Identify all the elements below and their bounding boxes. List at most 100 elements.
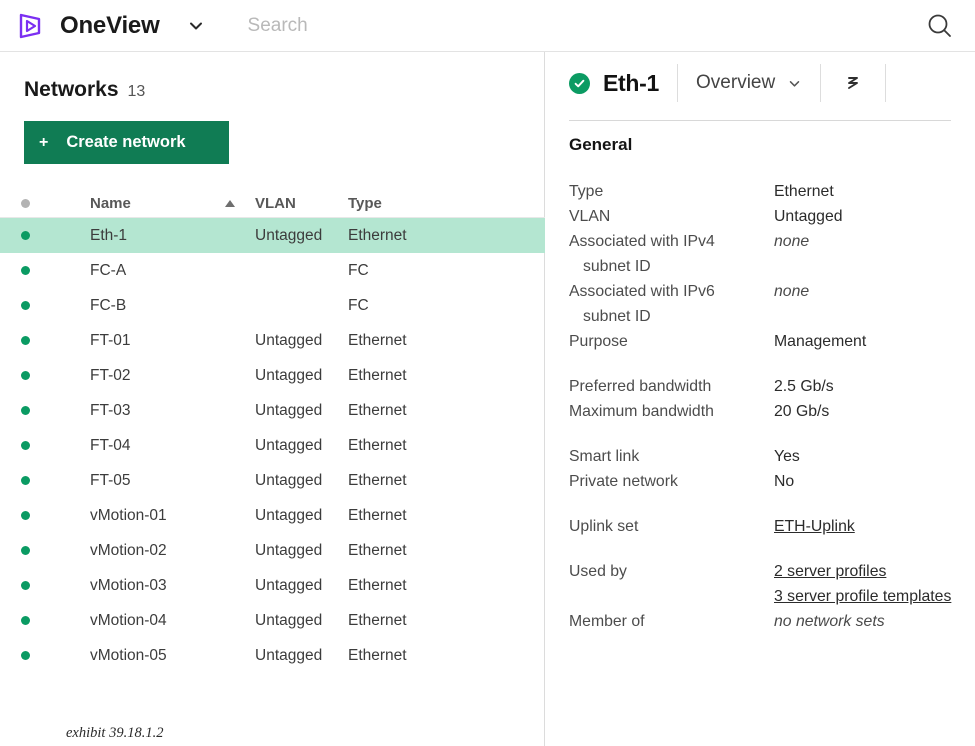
search-icon[interactable] [923, 9, 957, 43]
status-ok-icon [20, 651, 30, 660]
field-private-network: Private network No [545, 469, 975, 494]
row-vlan-cell: Untagged [255, 226, 323, 244]
status-ok-icon [20, 546, 30, 555]
row-vlan-cell: Untagged [255, 646, 323, 664]
create-network-button[interactable]: + Create network [24, 121, 229, 164]
row-vlan-cell: Untagged [255, 436, 323, 454]
row-vlan-cell: Untagged [255, 541, 323, 559]
row-type-cell: Ethernet [348, 366, 407, 384]
row-name-cell: Eth-1 [90, 226, 128, 244]
section-title-general: General [569, 135, 633, 154]
divider [820, 64, 822, 102]
table-row[interactable]: vMotion-01 Untagged Ethernet [0, 498, 545, 533]
field-value: No [774, 473, 795, 490]
table-row[interactable]: FT-04 Untagged Ethernet [0, 428, 545, 463]
status-ok-icon [20, 266, 30, 275]
table-row[interactable]: vMotion-04 Untagged Ethernet [0, 603, 545, 638]
status-ok-icon [20, 441, 30, 450]
row-type-cell: Ethernet [348, 226, 407, 244]
field-label: Used by [569, 563, 627, 580]
row-status-cell [0, 266, 50, 275]
table-row[interactable]: vMotion-03 Untagged Ethernet [0, 568, 545, 603]
status-ok-icon [20, 301, 30, 310]
column-header-status[interactable] [0, 198, 50, 208]
table-row[interactable]: Eth-1 Untagged Ethernet [0, 218, 545, 253]
row-status-cell [0, 406, 50, 415]
server-profile-templates-link[interactable]: 3 server profile templates [774, 584, 951, 609]
row-type-cell: Ethernet [348, 471, 407, 489]
actions-zigzag-icon[interactable] [839, 69, 867, 97]
field-label: Type [569, 183, 604, 200]
table-row[interactable]: FT-02 Untagged Ethernet [0, 358, 545, 393]
column-header-type[interactable]: Type [340, 195, 460, 212]
exhibit-caption: exhibit 39.18.1.2 [66, 725, 164, 741]
table-row[interactable]: FT-01 Untagged Ethernet [0, 323, 545, 358]
row-name-cell: FC-B [90, 296, 127, 314]
field-ipv4-subnet-id: Associated with IPv4 subnet ID none [545, 229, 975, 279]
row-status-cell [0, 231, 50, 240]
field-label: Associated with IPv6 subnet ID [569, 279, 774, 329]
field-label: Associated with IPv4 subnet ID [569, 229, 774, 279]
row-type-cell: FC [348, 261, 369, 279]
field-value: Untagged [774, 208, 843, 225]
detail-header: Eth-1 Overview [545, 52, 975, 114]
row-type-cell: Ethernet [348, 436, 407, 454]
field-label-line2: subnet ID [583, 308, 651, 325]
search-input[interactable]: Search [248, 15, 923, 37]
column-header-name[interactable]: Name [50, 195, 205, 212]
oneview-logo-icon [16, 11, 46, 41]
row-type-cell: Ethernet [348, 401, 407, 419]
row-status-cell [0, 336, 50, 345]
field-value: none [774, 283, 810, 300]
status-ok-icon [20, 336, 30, 345]
networks-panel: Networks 13 + Create network Name VLAN T… [0, 52, 545, 746]
table-row[interactable]: vMotion-02 Untagged Ethernet [0, 533, 545, 568]
field-label-line2: subnet ID [583, 258, 651, 275]
field-label: Preferred bandwidth [569, 378, 712, 395]
field-label: Purpose [569, 333, 628, 350]
status-ok-icon [20, 406, 30, 415]
table-row[interactable]: FC-B FC [0, 288, 545, 323]
top-bar: OneView Search [0, 0, 975, 52]
field-type: Type Ethernet [545, 179, 975, 204]
field-value: 20 Gb/s [774, 403, 830, 420]
table-row[interactable]: FT-03 Untagged Ethernet [0, 393, 545, 428]
row-type-cell: Ethernet [348, 331, 407, 349]
plus-icon: + [39, 133, 49, 151]
uplink-set-link[interactable]: ETH-Uplink [774, 514, 855, 539]
table-row[interactable]: FC-A FC [0, 253, 545, 288]
row-name-cell: vMotion-03 [90, 576, 167, 594]
status-ok-icon [20, 231, 30, 240]
check-circle-icon [569, 72, 590, 94]
status-ok-icon [20, 371, 30, 380]
row-status-cell [0, 581, 50, 590]
field-smart-link: Smart link Yes [545, 444, 975, 469]
row-status-cell [0, 546, 50, 555]
row-vlan-cell: Untagged [255, 471, 323, 489]
row-name-cell: FT-04 [90, 436, 131, 454]
row-vlan-cell: Untagged [255, 576, 323, 594]
row-type-cell: Ethernet [348, 611, 407, 629]
field-preferred-bandwidth: Preferred bandwidth 2.5 Gb/s [545, 374, 975, 399]
field-value: Yes [774, 448, 800, 465]
field-member-of: Member of no network sets [545, 609, 975, 634]
table-row[interactable]: FT-05 Untagged Ethernet [0, 463, 545, 498]
field-vlan: VLAN Untagged [545, 204, 975, 229]
view-selector[interactable]: Overview [696, 72, 802, 94]
row-name-cell: FT-01 [90, 331, 131, 349]
row-status-cell [0, 441, 50, 450]
server-profiles-link[interactable]: 2 server profiles [774, 559, 951, 584]
networks-count: 13 [127, 83, 146, 100]
field-label: Smart link [569, 448, 640, 465]
table-row[interactable]: vMotion-05 Untagged Ethernet [0, 638, 545, 673]
field-label: Uplink set [569, 518, 639, 535]
chevron-down-icon[interactable] [186, 16, 206, 36]
table-header-row: Name VLAN Type [0, 189, 545, 218]
column-header-vlan[interactable]: VLAN [255, 195, 340, 212]
sort-ascending-icon[interactable] [205, 199, 255, 207]
status-ok-icon [20, 476, 30, 485]
row-name-cell: FT-02 [90, 366, 131, 384]
row-status-cell [0, 616, 50, 625]
